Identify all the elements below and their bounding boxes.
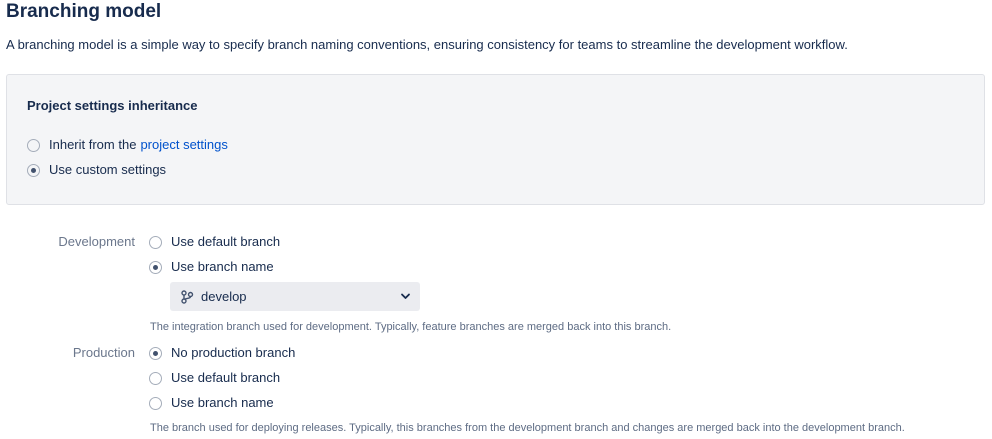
branch-select[interactable]: develop [170,282,420,311]
inherit-radio[interactable] [27,138,40,152]
production-label: Production [72,345,135,360]
prod-branch-name-option[interactable]: Use branch name [149,395,274,411]
chevron-down-icon [401,293,410,299]
project-settings-link[interactable]: project settings [140,137,227,153]
prod-branch-name-label: Use branch name [171,395,274,410]
dev-default-branch-option[interactable]: Use default branch [149,234,280,250]
prod-default-radio[interactable] [149,371,162,385]
panel-title: Project settings inheritance [27,98,198,113]
custom-radio-option[interactable]: Use custom settings [27,162,166,178]
prod-no-branch-radio[interactable] [149,346,162,360]
dev-default-radio[interactable] [149,235,162,249]
prod-no-branch-option[interactable]: No production branch [149,345,295,361]
production-help-text: The branch used for deploying releases. … [150,422,905,434]
inherit-radio-option[interactable]: Inherit from the project settings [27,137,228,153]
prod-no-branch-label: No production branch [171,345,296,360]
dev-branch-name-radio[interactable] [149,260,162,274]
development-label: Development [58,234,135,249]
branch-select-value: develop [201,289,247,304]
prod-default-branch-option[interactable]: Use default branch [149,370,280,386]
branch-icon [181,289,194,304]
inherit-label: Inherit from the [49,137,137,152]
dev-branch-name-option[interactable]: Use branch name [149,259,274,275]
dev-default-label: Use default branch [171,234,281,249]
dev-branch-name-label: Use branch name [171,259,274,274]
prod-branch-name-radio[interactable] [149,396,162,410]
prod-default-label: Use default branch [171,370,281,385]
development-help-text: The integration branch used for developm… [150,321,672,333]
custom-radio[interactable] [27,163,40,177]
page-title: Branching model [6,1,162,22]
custom-label: Use custom settings [49,162,167,177]
inheritance-panel: Project settings inheritance Inherit fro… [6,74,985,205]
page-description: A branching model is a simple way to spe… [6,37,848,52]
